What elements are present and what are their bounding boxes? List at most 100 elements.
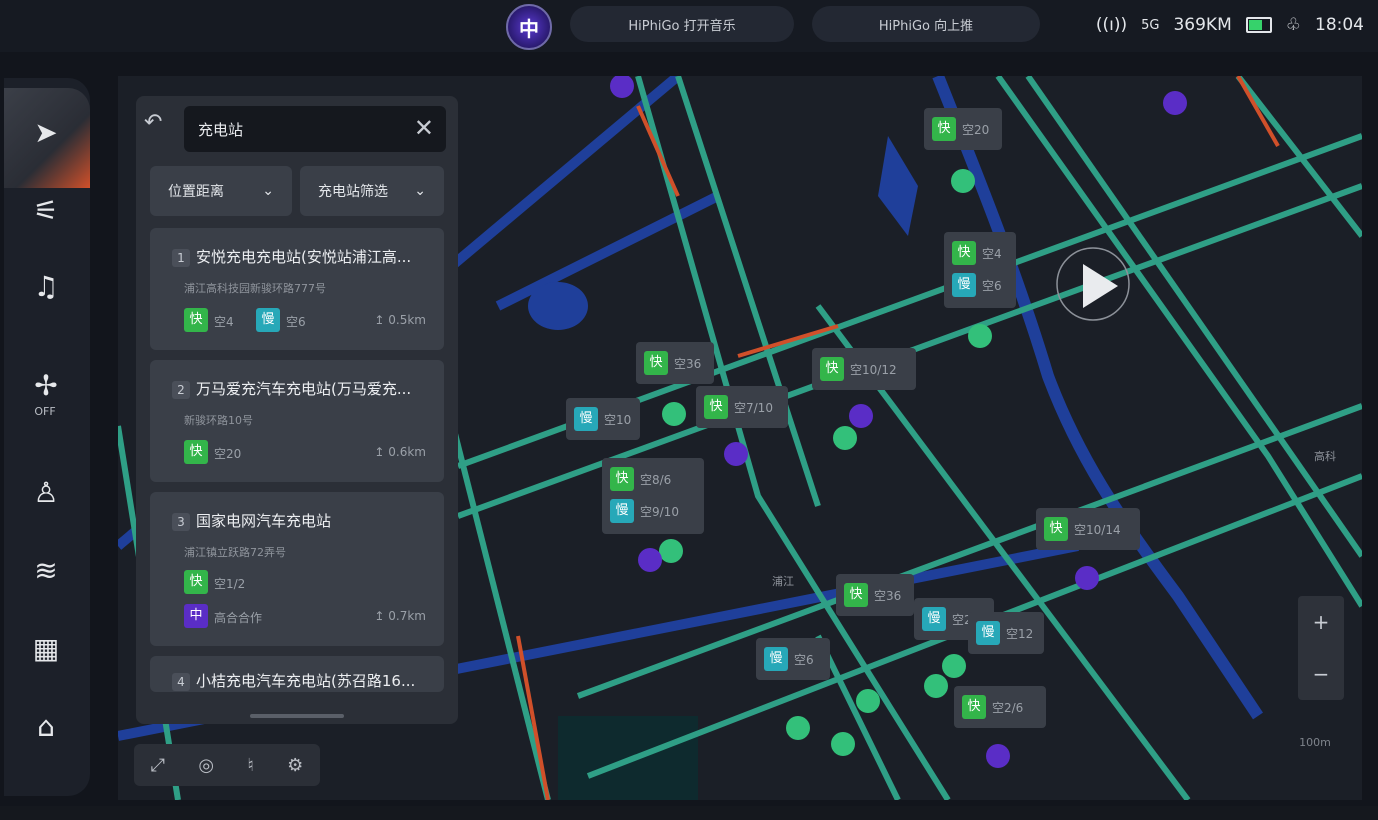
fast-charge-tag: 快 bbox=[704, 395, 728, 419]
result-card[interactable]: 3 国家电网汽车充电站 浦江镇立跃路72弄号 快 空1/2 中 高合合作 ↥ 0.… bbox=[150, 492, 444, 646]
navigation-icon[interactable]: ➤ bbox=[26, 112, 66, 152]
fast-charge-count: 空4 bbox=[214, 315, 234, 329]
slow-charge-tag: 慢 bbox=[952, 273, 976, 297]
map-marker[interactable]: 快 空4 慢 空6 bbox=[944, 232, 1016, 308]
distance-filter-label: 位置距离 bbox=[168, 184, 224, 200]
apps-icon[interactable]: ▦ bbox=[26, 628, 66, 668]
map-marker[interactable]: 快 空7/10 bbox=[696, 386, 788, 428]
marker-count: 空8/6 bbox=[640, 473, 672, 487]
battery-icon bbox=[1245, 17, 1272, 33]
result-address: 浦江镇立跃路72弄号 bbox=[184, 546, 286, 559]
result-address: 新骏环路10号 bbox=[184, 414, 253, 427]
result-card[interactable]: 4 小桔充电汽车充电站(苏召路16... bbox=[150, 656, 444, 692]
marker-count: 空9/10 bbox=[640, 505, 679, 519]
result-distance: ↥ 0.5km bbox=[374, 313, 426, 327]
result-title: 2 万马爱充汽车充电站(万马爱充... bbox=[172, 378, 438, 399]
fullscreen-icon[interactable]: ⤢ bbox=[151, 755, 165, 776]
slow-charge-tag: 慢 bbox=[922, 607, 946, 631]
fast-charge-tag: 快 bbox=[844, 583, 868, 607]
music-icon[interactable]: ♫ bbox=[26, 266, 66, 306]
map-scale: 100m bbox=[1299, 736, 1331, 749]
distance-filter[interactable]: 位置距离 ⌄ bbox=[150, 166, 292, 216]
marker-count: 空10 bbox=[604, 413, 632, 427]
chevron-down-icon: ⌄ bbox=[262, 183, 274, 199]
result-address: 浦江高科技园新骏环路777号 bbox=[184, 282, 326, 295]
signal-icon: 5G bbox=[1141, 17, 1160, 33]
map-marker[interactable]: 快 空10/12 bbox=[812, 348, 916, 390]
seat-icon[interactable]: ♙ bbox=[26, 472, 66, 512]
marker-count: 空20 bbox=[962, 123, 990, 137]
settings-icon[interactable]: ⚙ bbox=[287, 755, 303, 776]
locate-icon[interactable]: ◎ bbox=[198, 755, 214, 776]
map-toolbar: ⤢ ◎ ♮ ⚙ bbox=[134, 744, 320, 786]
result-index: 3 bbox=[172, 513, 190, 531]
station-filter-label: 充电站筛选 bbox=[318, 184, 388, 200]
voice-suggestion-up[interactable]: HiPhiGo 向上推 bbox=[812, 6, 1040, 42]
result-title-text: 国家电网汽车充电站 bbox=[196, 512, 332, 530]
result-index: 1 bbox=[172, 249, 190, 267]
map-marker[interactable]: 快 空10/14 bbox=[1036, 508, 1140, 550]
voice-icon[interactable]: ♮ bbox=[247, 755, 253, 776]
defrost-icon[interactable]: ≋ bbox=[26, 550, 66, 590]
wireless-icon: ((ı)) bbox=[1095, 15, 1128, 35]
fast-charge-tag: 快 bbox=[184, 570, 208, 594]
slow-charge-tag: 慢 bbox=[256, 308, 280, 332]
status-indicators: ((ı)) 5G 369KM ♧ 18:04 bbox=[1096, 12, 1364, 38]
voice-suggestion-music[interactable]: HiPhiGo 打开音乐 bbox=[570, 6, 794, 42]
slow-charge-tag: 慢 bbox=[574, 407, 598, 431]
distance-value: 0.7km bbox=[388, 609, 426, 623]
map-marker[interactable]: 快 空36 bbox=[836, 574, 914, 616]
notification-icon[interactable]: ♧ bbox=[1286, 15, 1301, 35]
map-marker[interactable]: 慢 空12 bbox=[968, 612, 1044, 654]
slow-charge-tag: 慢 bbox=[976, 621, 1000, 645]
fast-charge-tag: 快 bbox=[952, 241, 976, 265]
marker-count: 空7/10 bbox=[734, 401, 773, 415]
fast-charge-tag: 快 bbox=[184, 308, 208, 332]
slow-charge-count: 空6 bbox=[286, 315, 306, 329]
brand-logo[interactable]: 中 bbox=[506, 4, 552, 50]
result-index: 2 bbox=[172, 381, 190, 399]
result-title: 4 小桔充电汽车充电站(苏召路16... bbox=[172, 670, 438, 691]
result-card[interactable]: 1 安悦充电充电站(安悦站浦江高... 浦江高科技园新骏环路777号 快 空4 慢… bbox=[150, 228, 444, 350]
status-bar: 中 HiPhiGo 打开音乐 HiPhiGo 向上推 ((ı)) 5G 369K… bbox=[0, 0, 1378, 52]
map-marker[interactable]: 快 空2/6 bbox=[954, 686, 1046, 728]
fast-charge-tag: 快 bbox=[184, 440, 208, 464]
fan-status-label: OFF bbox=[34, 405, 56, 418]
marker-count: 空10/12 bbox=[850, 363, 897, 377]
result-title-text: 万马爱充汽车充电站(万马爱充... bbox=[196, 380, 412, 398]
close-icon[interactable]: ✕ bbox=[414, 114, 434, 142]
fast-charge-tag: 快 bbox=[1044, 517, 1068, 541]
result-card[interactable]: 2 万马爱充汽车充电站(万马爱充... 新骏环路10号 快 空20 ↥ 0.6km bbox=[150, 360, 444, 482]
search-input[interactable]: 充电站 ✕ bbox=[184, 106, 446, 152]
fast-charge-tag: 快 bbox=[644, 351, 668, 375]
zoom-in-button[interactable]: + bbox=[1298, 596, 1344, 648]
home-icon[interactable]: ⌂ bbox=[26, 706, 66, 746]
map-marker[interactable]: 慢 空6 bbox=[756, 638, 830, 680]
map-marker[interactable]: 慢 空10 bbox=[566, 398, 640, 440]
marker-count: 空12 bbox=[1006, 627, 1034, 641]
result-title-text: 安悦充电充电站(安悦站浦江高... bbox=[196, 248, 412, 266]
result-distance: ↥ 0.6km bbox=[374, 445, 426, 459]
distance-value: 0.6km bbox=[388, 445, 426, 459]
station-filter[interactable]: 充电站筛选 ⌄ bbox=[300, 166, 444, 216]
fast-charge-tag: 快 bbox=[932, 117, 956, 141]
result-index: 4 bbox=[172, 673, 190, 691]
partner-label: 高合合作 bbox=[214, 611, 263, 625]
back-icon[interactable]: ↶ bbox=[144, 110, 162, 135]
result-title-text: 小桔充电汽车充电站(苏召路16... bbox=[196, 672, 416, 690]
scroll-indicator[interactable] bbox=[250, 714, 344, 718]
map-marker[interactable]: 快 空36 bbox=[636, 342, 714, 384]
map-marker[interactable]: 快 空20 bbox=[924, 108, 1002, 150]
zoom-out-button[interactable]: − bbox=[1298, 648, 1344, 700]
search-query: 充电站 bbox=[198, 121, 244, 139]
result-title: 1 安悦充电充电站(安悦站浦江高... bbox=[172, 246, 438, 267]
fast-charge-count: 空1/2 bbox=[214, 577, 246, 591]
marker-count: 空10/14 bbox=[1074, 523, 1121, 537]
fan-icon[interactable]: ✢ bbox=[26, 365, 66, 405]
result-title: 3 国家电网汽车充电站 bbox=[172, 510, 438, 531]
marker-count: 空36 bbox=[674, 357, 702, 371]
controls-icon[interactable]: ⚟ bbox=[26, 190, 66, 230]
marker-count: 空6 bbox=[794, 653, 814, 667]
map-marker[interactable]: 快 空8/6 慢 空9/10 bbox=[602, 458, 704, 534]
clock: 18:04 bbox=[1315, 15, 1364, 35]
